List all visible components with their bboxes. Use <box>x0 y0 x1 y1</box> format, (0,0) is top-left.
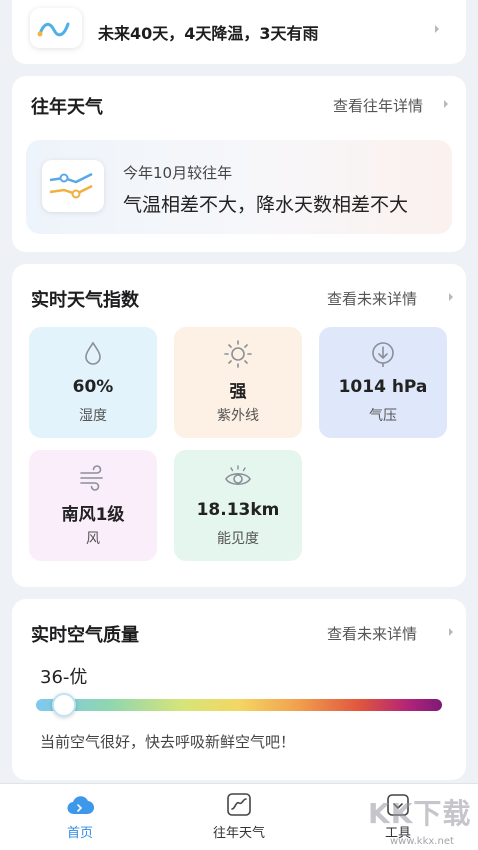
aqi-level-marker <box>52 693 77 717</box>
history-weather-card: 往年天气 查看往年详情 今年10月较往年 气温相差不大，降水天数相差不大 <box>12 76 466 252</box>
weather-index-card: 实时天气指数 查看未来详情 60% 湿度 强 紫外线 1014 hPa 气压 南… <box>12 264 466 587</box>
forecast-summary: 未来40天，4天降温，3天有雨 <box>98 24 319 43</box>
aqi-scale-bar <box>36 699 442 711</box>
uv-label: 紫外线 <box>217 408 259 424</box>
home-cloud-icon <box>66 792 94 818</box>
wind-value: 南风1级 <box>61 505 125 525</box>
history-title: 往年天气 <box>31 97 103 118</box>
pressure-icon <box>368 339 398 369</box>
watermark-url: www.kkx.net <box>390 836 454 847</box>
aqi-title: 实时空气质量 <box>31 625 139 646</box>
humidity-label: 湿度 <box>79 408 107 424</box>
eye-icon <box>223 462 253 492</box>
index-detail-link[interactable]: 查看未来详情 <box>327 288 417 309</box>
humidity-tile[interactable]: 60% 湿度 <box>29 327 157 438</box>
wind-label: 风 <box>86 531 100 547</box>
watermark-text: KK下载 <box>368 797 472 830</box>
wind-icon <box>78 462 108 492</box>
history-comparison-panel[interactable]: 今年10月较往年 气温相差不大，降水天数相差不大 <box>26 140 452 234</box>
aqi-detail-link[interactable]: 查看未来详情 <box>327 623 417 644</box>
nav-home[interactable]: 首页 <box>35 784 125 850</box>
chevron-right-icon <box>433 24 441 34</box>
chevron-right-icon <box>447 292 455 302</box>
chevron-right-icon <box>447 627 455 637</box>
history-detail-link[interactable]: 查看往年详情 <box>333 95 423 116</box>
uv-value: 强 <box>229 382 247 402</box>
watermark: KK下载 www.kkx.net <box>364 786 476 848</box>
aqi-value: 36-优 <box>40 667 88 688</box>
pressure-value: 1014 hPa <box>338 377 428 397</box>
pressure-tile[interactable]: 1014 hPa 气压 <box>319 327 447 438</box>
history-summary: 气温相差不大，降水天数相差不大 <box>123 194 409 216</box>
nav-history-label: 往年天气 <box>212 826 265 841</box>
aqi-tip: 当前空气很好，快去呼吸新鲜空气吧！ <box>40 733 296 751</box>
pressure-label: 气压 <box>369 408 397 424</box>
temperature-compare-icon <box>42 160 104 212</box>
humidity-value: 60% <box>72 377 114 397</box>
nav-history[interactable]: 往年天气 <box>194 784 284 850</box>
forecast-card[interactable]: 未来40天，4天降温，3天有雨 <box>12 0 466 64</box>
visibility-value: 18.13km <box>196 500 280 520</box>
forecast-trend-icon <box>30 8 82 48</box>
wind-tile[interactable]: 南风1级 风 <box>29 450 157 561</box>
sun-icon <box>223 339 253 369</box>
visibility-tile[interactable]: 18.13km 能见度 <box>174 450 302 561</box>
visibility-label: 能见度 <box>217 531 259 547</box>
droplet-icon <box>78 339 108 369</box>
chevron-right-icon <box>442 99 450 109</box>
nav-home-label: 首页 <box>66 826 93 841</box>
chart-icon <box>225 792 253 818</box>
uv-tile[interactable]: 强 紫外线 <box>174 327 302 438</box>
air-quality-card: 实时空气质量 查看未来详情 36-优 当前空气很好，快去呼吸新鲜空气吧！ <box>12 599 466 780</box>
index-title: 实时天气指数 <box>31 290 139 311</box>
history-subtitle: 今年10月较往年 <box>123 164 233 182</box>
